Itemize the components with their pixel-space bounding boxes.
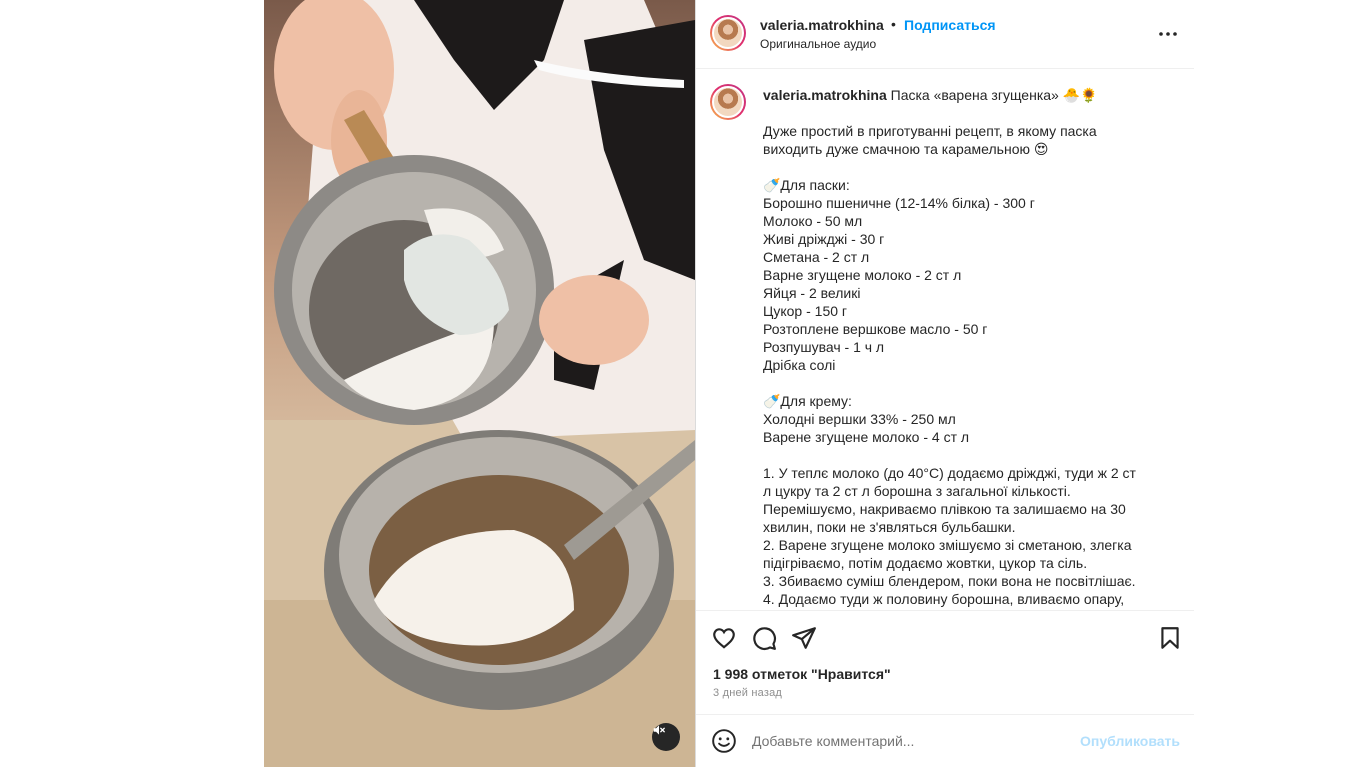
emoji-icon[interactable] [711,728,737,754]
post-header: valeria.matrokhina • Подписаться Оригина… [696,0,1194,69]
follow-button[interactable]: Подписаться [904,17,996,33]
caption-line: виходить дуже смачною та карамельною 😍 [763,141,1049,157]
author-username[interactable]: valeria.matrokhina [760,17,884,33]
post-sidebar: valeria.matrokhina • Подписаться Оригина… [695,0,1194,767]
comment-input[interactable] [752,729,1072,753]
caption-avatar[interactable] [710,84,746,120]
caption-line: Дрібка солі [763,357,836,373]
share-icon[interactable] [791,625,817,651]
post-container: valeria.matrokhina • Подписаться Оригина… [264,0,1194,767]
audio-label[interactable]: Оригинальное аудио [760,37,876,51]
caption-line: Молоко - 50 мл [763,213,863,229]
caption-line: Борошно пшеничне (12-14% білка) - 300 г [763,195,1035,211]
caption-line: Сметана - 2 ст л [763,249,870,265]
caption-line: Розпушувач - 1 ч л [763,339,885,355]
caption-title: Паска «варена згущенка» 🐣🌻 [890,87,1098,103]
comment-icon[interactable] [751,625,777,651]
caption-line: Варене згущене молоко - 4 ст л [763,429,970,445]
caption-text: valeria.matrokhina Паска «варена згущенк… [763,86,1163,608]
heart-icon[interactable] [711,625,737,651]
bookmark-icon[interactable] [1157,625,1183,651]
caption-line: підігріваємо, потім додаємо жовтки, цуко… [763,555,1088,571]
caption-line: Розтоплене вершкове масло - 50 г [763,321,988,337]
caption-line: Цукор - 150 г [763,303,848,319]
caption-line: 3. Збиваємо суміш блендером, поки вона н… [763,573,1136,589]
caption-line: Дуже простий в приготуванні рецепт, в як… [763,123,1097,139]
likes-count[interactable]: 1 998 отметок "Нравится" [713,666,891,682]
video-frame [264,0,695,767]
caption-line: Яйця - 2 великі [763,285,861,301]
avatar[interactable] [710,15,746,51]
caption-line [763,446,1163,464]
caption-line: 4. Додаємо туди ж половину борошна, влив… [763,591,1125,607]
speaker-muted-icon [653,725,665,735]
caption-line: 2. Варене згущене молоко змішуємо зі сме… [763,537,1132,553]
caption-line: Варне згущене молоко - 2 ст л [763,267,962,283]
caption-username[interactable]: valeria.matrokhina [763,87,887,103]
caption-line: 1. У теплє молоко (до 40°С) додаємо дріж… [763,465,1136,481]
separator-dot: • [891,16,896,32]
caption-line: Холодні вершки 33% - 250 мл [763,411,956,427]
caption-line: Живі дріжджі - 30 г [763,231,885,247]
caption-line: 🍼Для крему: [763,393,852,409]
caption-line [763,374,1163,392]
actions-bar: 1 998 отметок "Нравится" 3 дней назад [696,610,1194,710]
caption-body: Дуже простий в приготуванні рецепт, в як… [763,122,1163,608]
mute-button[interactable] [652,723,680,751]
post-date[interactable]: 3 дней назад [713,687,782,699]
caption-section: valeria.matrokhina Паска «варена згущенк… [696,70,1194,610]
caption-line [763,158,1163,176]
post-video[interactable] [264,0,695,767]
more-horizontal-icon[interactable] [1156,22,1180,46]
caption-line: Перемішуємо, накриваємо плівкою та залиш… [763,501,1126,517]
caption-line: л цукру та 2 ст л борошна з загальної кі… [763,483,1071,499]
caption-line: 🍼Для паски: [763,177,850,193]
publish-button[interactable]: Опубликовать [1080,733,1180,749]
comment-bar: Опубликовать [696,714,1194,767]
caption-line: хвилин, поки не з'являться бульбашки. [763,519,1016,535]
